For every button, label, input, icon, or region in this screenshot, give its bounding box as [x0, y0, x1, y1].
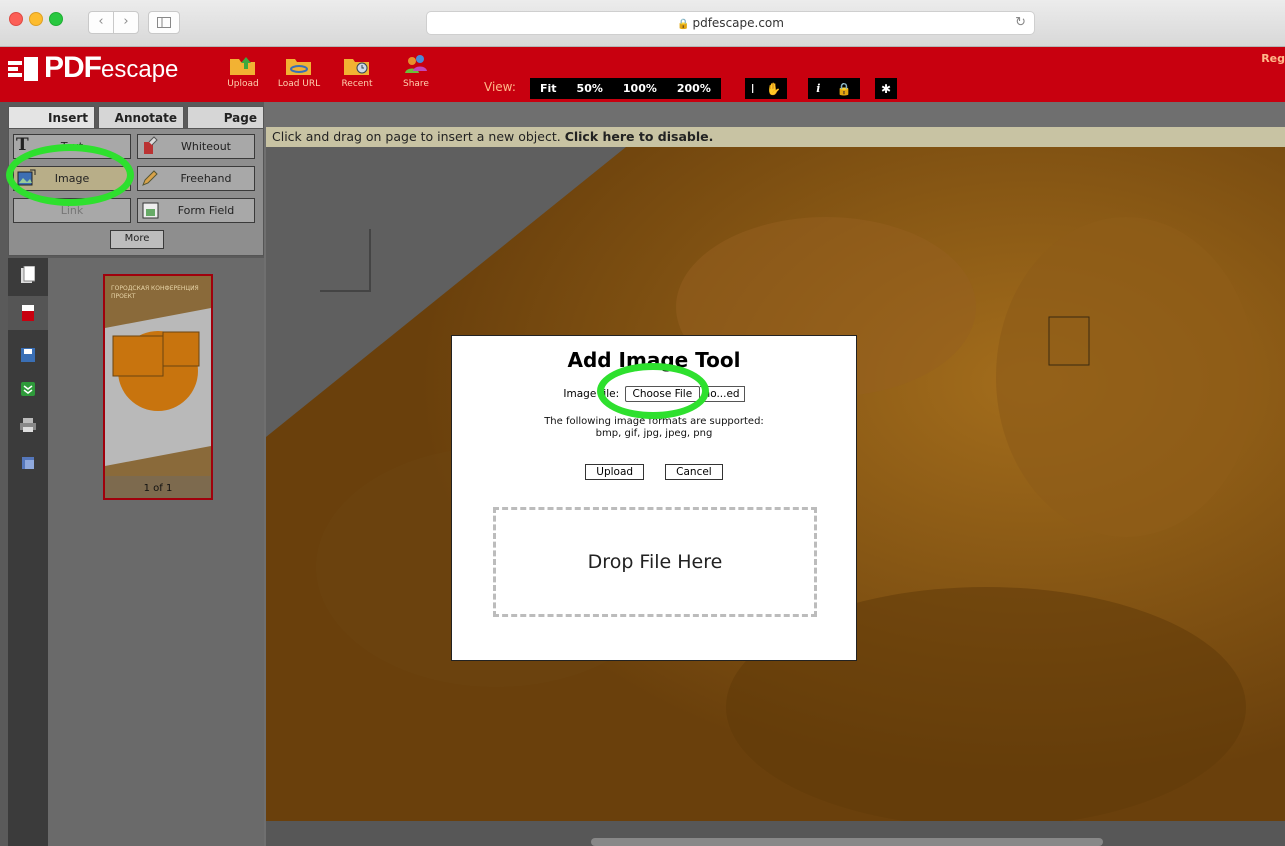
- whiteout-tool-button[interactable]: Whiteout: [137, 134, 255, 159]
- gear-icon: ✱: [880, 81, 892, 96]
- text-cursor-icon[interactable]: Ι: [751, 82, 755, 96]
- document-icon[interactable]: [8, 296, 48, 330]
- dialog-actions: Upload Cancel: [452, 460, 856, 480]
- info-tools: i 🔒: [808, 78, 860, 99]
- drop-zone[interactable]: Drop File Here: [493, 507, 817, 617]
- more-tools-button[interactable]: More: [110, 230, 164, 249]
- app-logo: PDFescape: [44, 51, 179, 84]
- sidebar-icon-strip: [8, 258, 48, 846]
- insert-tools: T Text Whiteout Image Freehand Link Form…: [8, 128, 264, 256]
- left-panel: Insert Annotate Page T Text Whiteout Ima…: [0, 102, 264, 846]
- print-icon[interactable]: [8, 408, 48, 442]
- download-icon[interactable]: [8, 372, 48, 406]
- link-icon: [16, 200, 36, 220]
- tab-page[interactable]: Page: [187, 106, 264, 128]
- choose-file-button[interactable]: Choose File: [624, 386, 701, 402]
- hand-icon[interactable]: ✋: [766, 82, 781, 96]
- register-link[interactable]: Reg: [1261, 52, 1285, 65]
- add-image-dialog: Add Image Tool Image file: Choose File n…: [451, 335, 857, 661]
- image-tool-icon: [17, 169, 36, 186]
- zoom-controls: Fit 50% 100% 200%: [530, 78, 721, 99]
- info-icon[interactable]: i: [816, 82, 820, 95]
- lock-toggle-icon[interactable]: 🔒: [837, 82, 852, 96]
- folder-clock-icon: [344, 59, 369, 75]
- save-icon[interactable]: [8, 338, 48, 372]
- chevron-right-icon: ›: [123, 14, 129, 29]
- load-url-button[interactable]: Load URL: [275, 53, 323, 89]
- dialog-title: Add Image Tool: [567, 348, 741, 372]
- folder-link-icon: [286, 59, 311, 75]
- forward-button[interactable]: ›: [113, 11, 139, 34]
- logo-icon: [8, 57, 38, 81]
- thumbnail-caption: 1 of 1: [143, 483, 173, 494]
- reload-icon[interactable]: ↻: [1015, 12, 1026, 34]
- window-minimize-button[interactable]: [29, 12, 43, 26]
- thumbnail-image: ГОРОДСКАЯ КОНФЕРЕНЦИЯ ПРОЕКТ: [105, 276, 211, 476]
- browser-toolbar: ‹ › 🔒 pdfescape.com ↻: [0, 0, 1285, 47]
- app-header: PDFescape Upload Load URL Recent Share V…: [0, 47, 1285, 102]
- tab-annotate[interactable]: Annotate: [98, 106, 184, 128]
- sidebar-icon: [157, 17, 171, 28]
- disable-hint-link[interactable]: Click here to disable.: [565, 129, 714, 144]
- text-tool-button[interactable]: T Text: [13, 134, 131, 159]
- upload-submit-button[interactable]: Upload: [585, 464, 645, 480]
- url-text: pdfescape.com: [692, 16, 784, 30]
- tool-tabs: Insert Annotate Page: [8, 106, 264, 128]
- supported-formats: The following image formats are supporte…: [544, 416, 764, 439]
- insert-hint-bar: Click and drag on page to insert a new o…: [266, 127, 1285, 147]
- sidebar-toggle-button[interactable]: [148, 11, 180, 34]
- folder-upload-icon: [230, 57, 255, 75]
- window-close-button[interactable]: [9, 12, 23, 26]
- zoom-200-button[interactable]: 200%: [667, 82, 721, 95]
- settings-button[interactable]: ✱: [875, 78, 897, 99]
- image-tool-button[interactable]: Image: [13, 166, 131, 191]
- form-field-tool-button[interactable]: Form Field: [137, 198, 255, 223]
- cursor-tools: Ι ✋: [745, 78, 787, 99]
- window-zoom-button[interactable]: [49, 12, 63, 26]
- no-file-chosen-text: no...ed: [699, 386, 745, 402]
- horizontal-scrollbar[interactable]: [266, 821, 1285, 846]
- link-tool-button[interactable]: Link: [13, 198, 131, 223]
- upload-button[interactable]: Upload: [219, 53, 267, 89]
- tab-insert[interactable]: Insert: [8, 106, 95, 128]
- users-icon: [405, 55, 427, 73]
- svg-text:ГОРОДСКАЯ КОНФЕРЕНЦИЯ: ГОРОДСКАЯ КОНФЕРЕНЦИЯ: [111, 285, 199, 292]
- form-field-icon: [142, 202, 159, 219]
- hint-message: Click and drag on page to insert a new o…: [272, 129, 561, 144]
- cancel-button[interactable]: Cancel: [665, 464, 723, 480]
- chevron-left-icon: ‹: [98, 14, 104, 29]
- whiteout-icon: [144, 136, 158, 154]
- file-row: Image file: Choose File no...ed: [452, 386, 856, 402]
- file-label: Image file:: [563, 388, 620, 400]
- svg-text:ПРОЕКТ: ПРОЕКТ: [111, 293, 136, 300]
- page-thumbnail[interactable]: ГОРОДСКАЯ КОНФЕРЕНЦИЯ ПРОЕКТ 1 of 1: [103, 274, 213, 500]
- pages-icon[interactable]: [8, 258, 48, 292]
- address-bar[interactable]: 🔒 pdfescape.com ↻: [426, 11, 1035, 35]
- zoom-50-button[interactable]: 50%: [567, 82, 613, 95]
- lock-icon: 🔒: [677, 19, 690, 30]
- zoom-100-button[interactable]: 100%: [613, 82, 667, 95]
- text-tool-icon: T: [16, 135, 29, 155]
- view-label: View:: [484, 80, 516, 94]
- zoom-fit-button[interactable]: Fit: [530, 82, 567, 95]
- share-button[interactable]: Share: [392, 53, 440, 89]
- page-thumbnails: ГОРОДСКАЯ КОНФЕРЕНЦИЯ ПРОЕКТ 1 of 1: [48, 258, 264, 846]
- recent-button[interactable]: Recent: [333, 53, 381, 89]
- pencil-icon: [142, 170, 158, 186]
- freehand-tool-button[interactable]: Freehand: [137, 166, 255, 191]
- layout-icon[interactable]: [8, 446, 48, 480]
- back-button[interactable]: ‹: [88, 11, 114, 34]
- scrollbar-thumb[interactable]: [591, 838, 1103, 846]
